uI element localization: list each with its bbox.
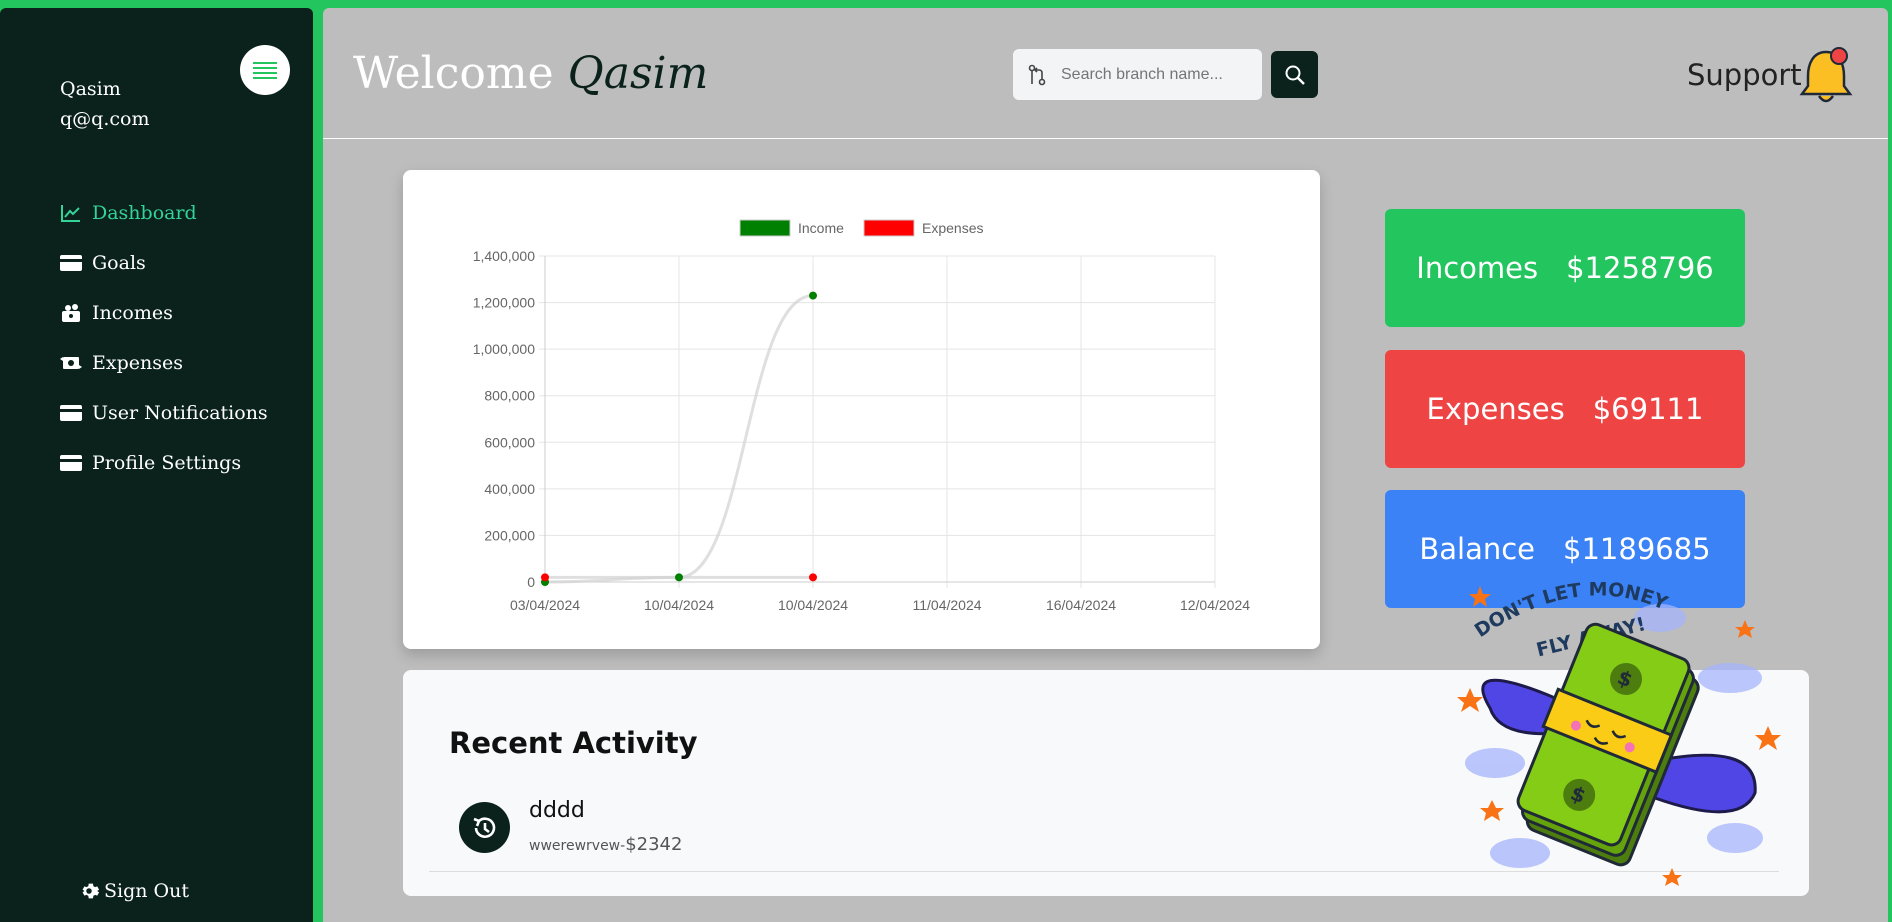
balance-label: Balance <box>1419 532 1536 566</box>
sign-out-button[interactable]: Sign Out <box>78 880 189 902</box>
incomes-card: Incomes $1258796 <box>1385 209 1745 327</box>
data-point-income <box>675 573 683 582</box>
sidebar-item-user-notifications[interactable]: User Notifications <box>60 388 268 438</box>
y-tick-label: 800,000 <box>484 388 535 404</box>
support-link[interactable]: Support <box>1687 58 1802 92</box>
chart-line-icon <box>61 205 80 222</box>
sidebar-item-label: Incomes <box>92 302 173 324</box>
activity-desc-text: wwerewrvew- <box>529 838 626 854</box>
header: Welcome Qasim Support <box>323 8 1888 139</box>
sidebar-item-profile-settings[interactable]: Profile Settings <box>60 438 268 488</box>
x-tick-label: 03/04/2024 <box>510 597 580 613</box>
expenses-label: Expenses <box>1426 392 1565 426</box>
x-tick-label: 10/04/2024 <box>644 597 714 613</box>
legend-label-expenses: Expenses <box>922 220 983 236</box>
activity-title: dddd <box>529 798 585 823</box>
menu-toggle-button[interactable] <box>240 45 290 95</box>
user-email: q@q.com <box>60 108 150 130</box>
data-point-expenses <box>809 573 817 582</box>
y-tick-label: 1,000,000 <box>473 341 535 357</box>
flying-money-sticker: DON'T LET MONEY FLY AWAY! $ $ <box>1457 578 1781 886</box>
bell-icon[interactable] <box>1797 44 1855 108</box>
legend-swatch-expenses <box>863 219 915 237</box>
gear-icon <box>82 883 100 899</box>
hamburger-icon <box>253 59 277 82</box>
incomes-label: Incomes <box>1416 251 1539 285</box>
search-input[interactable] <box>1061 65 1241 84</box>
credit-card-icon <box>60 255 82 271</box>
sidebar-item-label: Dashboard <box>92 202 197 224</box>
x-tick-label: 10/04/2024 <box>778 597 848 613</box>
sidebar-item-expenses[interactable]: Expenses <box>60 338 268 388</box>
data-point-income <box>809 291 817 300</box>
sidebar-item-dashboard[interactable]: Dashboard <box>60 188 268 238</box>
expenses-card: Expenses $69111 <box>1385 350 1745 468</box>
y-tick-label: 400,000 <box>484 481 535 497</box>
y-tick-label: 0 <box>527 574 535 590</box>
user-name: Qasim <box>60 78 121 100</box>
sidebar-item-label: Goals <box>92 252 146 274</box>
activity-description: wwerewrvew-$2342 <box>529 834 682 855</box>
search-box <box>1013 49 1262 100</box>
sidebar-item-label: User Notifications <box>92 402 268 424</box>
recent-activity-title: Recent Activity <box>449 726 698 760</box>
expenses-value: $69111 <box>1592 392 1704 426</box>
sidebar-item-goals[interactable]: Goals <box>60 238 268 288</box>
money-bag-icon <box>62 304 80 322</box>
sidebar-item-incomes[interactable]: Incomes <box>60 288 268 338</box>
x-tick-label: 11/04/2024 <box>912 597 981 613</box>
welcome-text: Welcome <box>353 48 554 99</box>
search-button[interactable] <box>1271 51 1318 98</box>
money-transfer-icon <box>60 357 82 369</box>
search-icon <box>1285 65 1305 85</box>
x-tick-label: 16/04/2024 <box>1046 597 1116 613</box>
page-title: Welcome Qasim <box>353 48 708 99</box>
sidebar-item-label: Profile Settings <box>92 452 242 474</box>
credit-card-icon <box>60 405 82 421</box>
incomes-value: $1258796 <box>1566 251 1714 285</box>
line-chart: 0 200,000 400,000 600,000 800,000 1,000,000 1,… <box>473 219 1250 613</box>
y-tick-label: 200,000 <box>484 527 535 543</box>
y-tick-label: 1,200,000 <box>473 295 535 311</box>
credit-card-icon <box>60 455 82 471</box>
sidebar: Qasim q@q.com Dashboard Goals Incomes Ex… <box>0 8 313 922</box>
git-branch-icon <box>1028 64 1046 85</box>
legend-swatch-income <box>739 219 791 237</box>
welcome-user-name: Qasim <box>567 48 709 99</box>
income-expense-chart: 0 200,000 400,000 600,000 800,000 1,000,000 1,… <box>403 170 1320 649</box>
sidebar-item-label: Expenses <box>92 352 183 374</box>
sidebar-nav: Dashboard Goals Incomes Expenses User No… <box>60 188 268 488</box>
activity-amount: $2342 <box>625 834 683 855</box>
data-point-expenses <box>541 573 549 582</box>
sign-out-label: Sign Out <box>104 880 189 902</box>
y-tick-label: 1,400,000 <box>473 248 535 264</box>
legend-label-income: Income <box>798 220 844 236</box>
x-tick-label: 12/04/2024 <box>1180 597 1250 613</box>
history-icon <box>459 802 510 853</box>
y-tick-label: 600,000 <box>484 434 535 450</box>
balance-value: $1189685 <box>1563 532 1711 566</box>
